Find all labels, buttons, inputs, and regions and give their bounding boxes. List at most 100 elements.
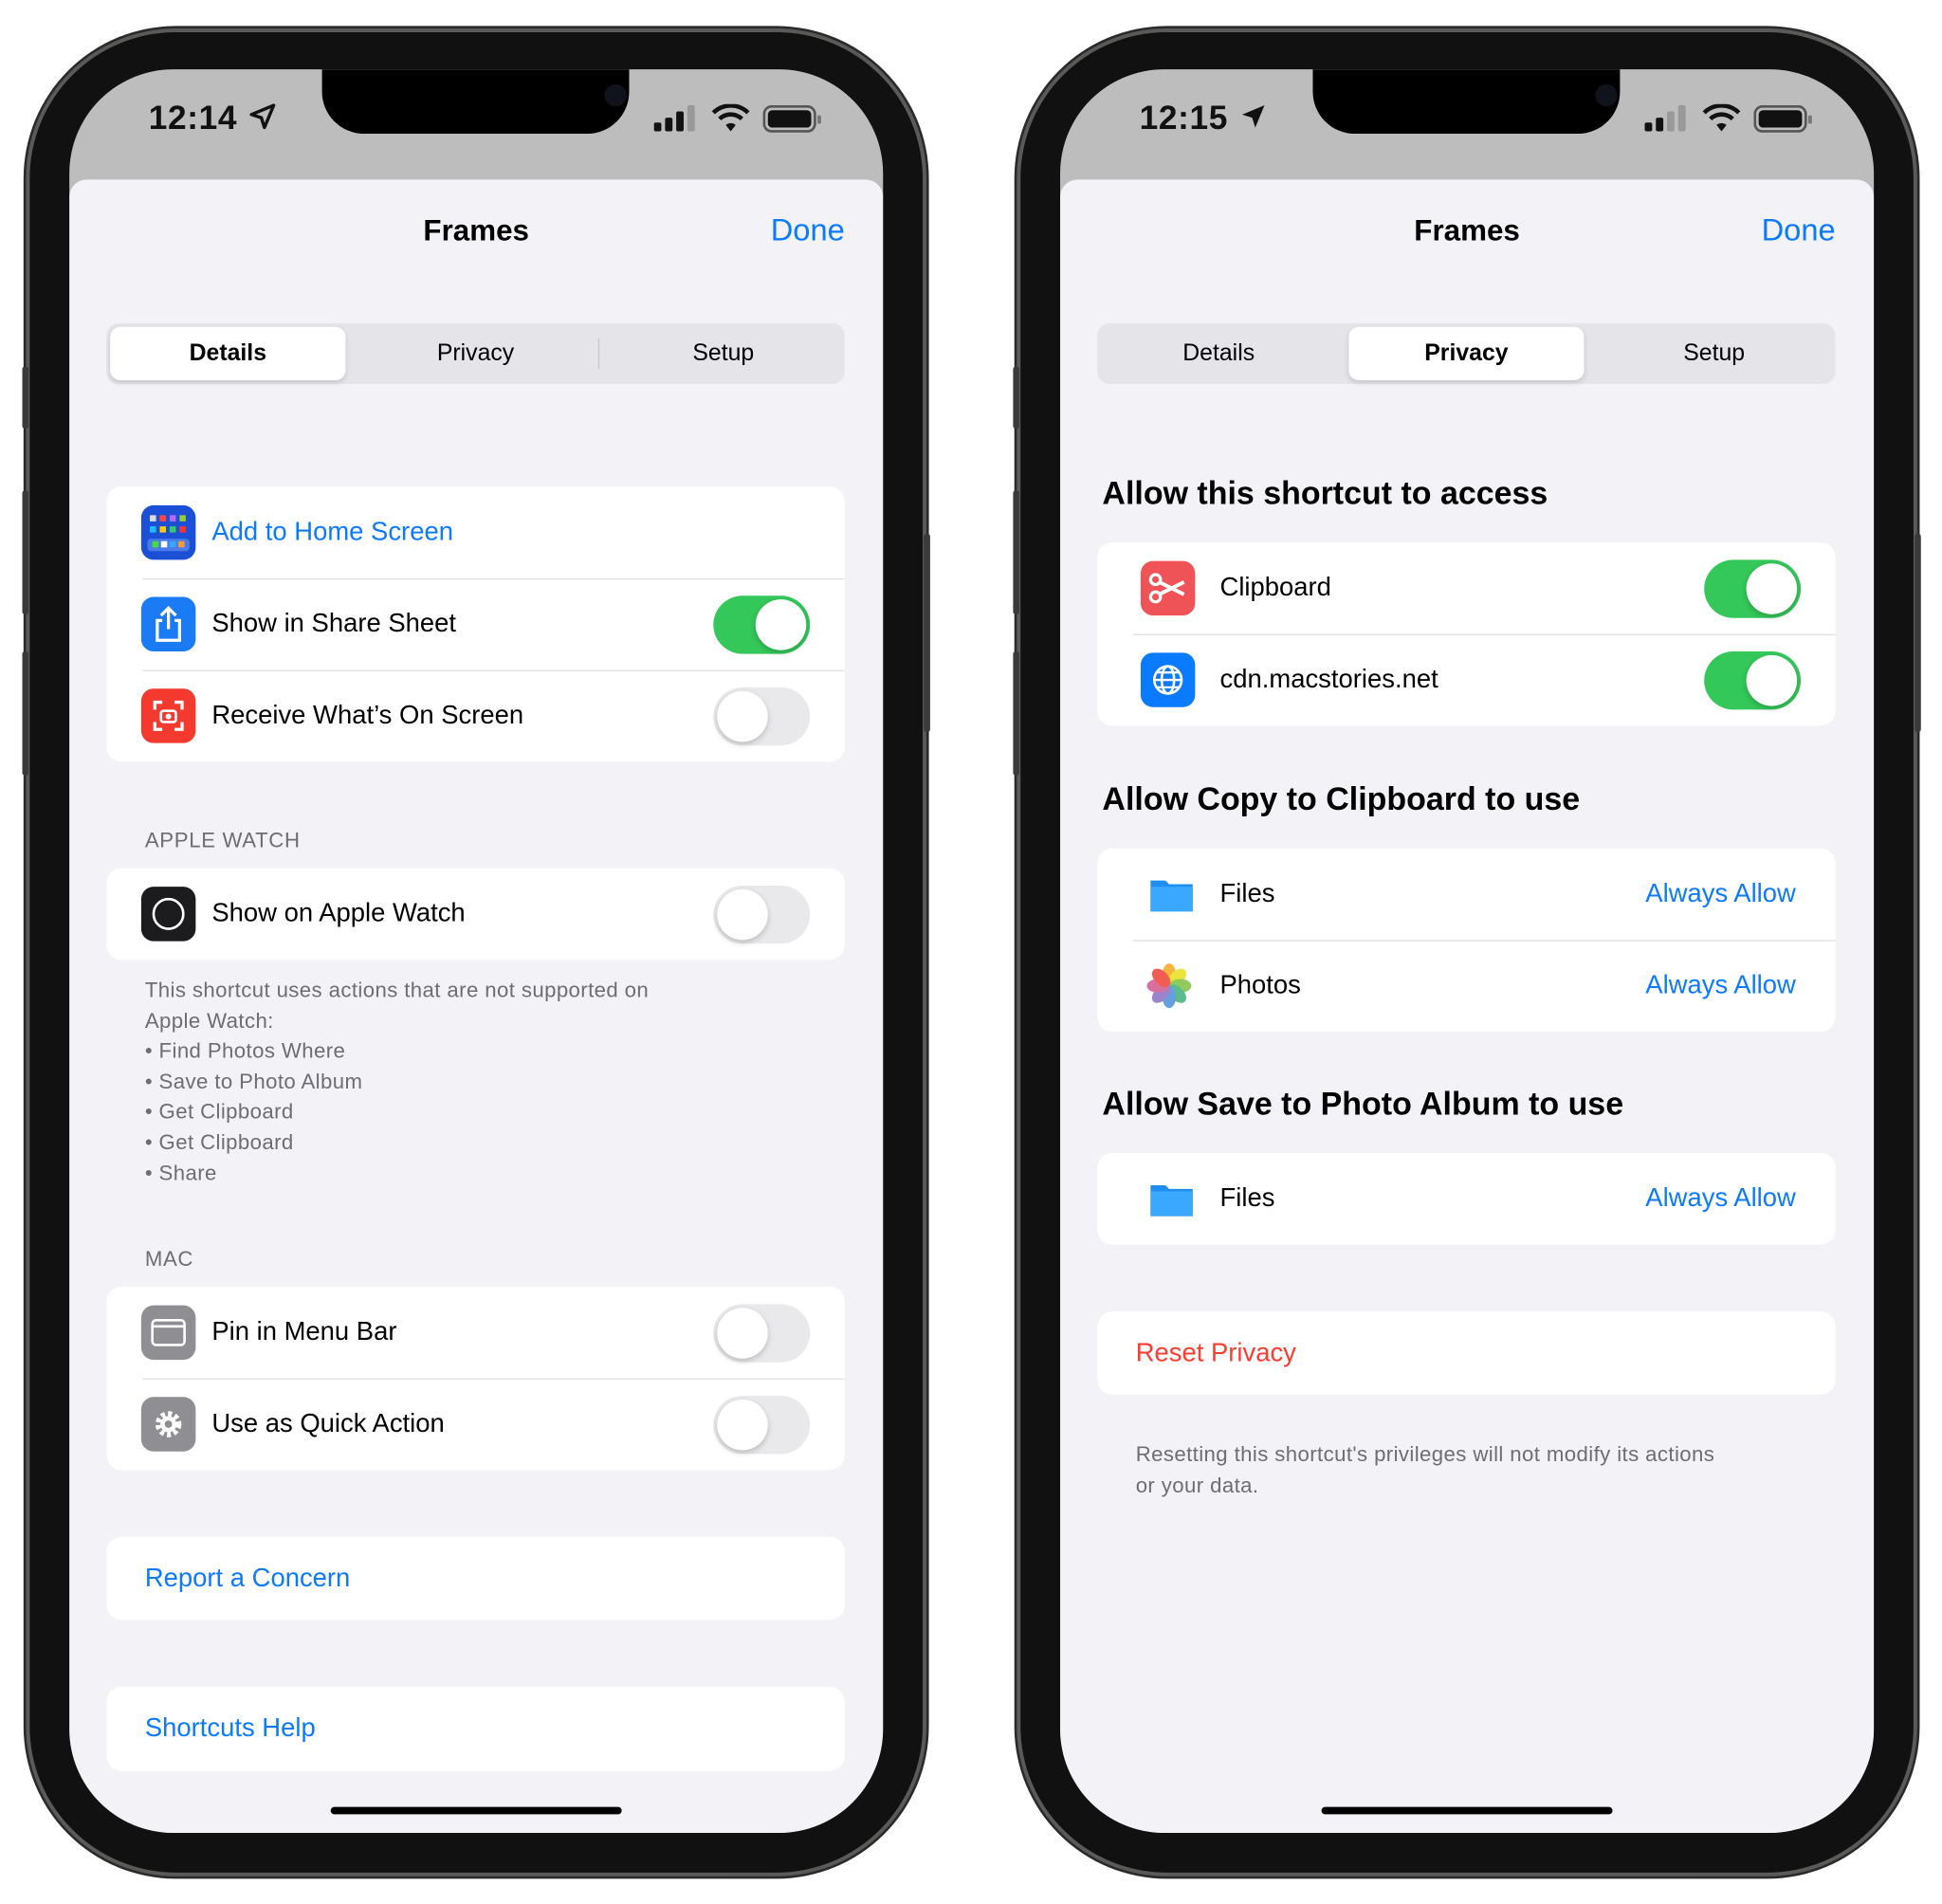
segment-divider [597, 338, 600, 370]
privacy-sheet: Frames Done Details Privacy Setup Allow … [1060, 179, 1875, 1834]
volume-down-button [1013, 651, 1019, 776]
tab-privacy[interactable]: Privacy [357, 327, 593, 380]
done-button[interactable]: Done [1762, 213, 1836, 249]
scissors-icon [1140, 560, 1196, 616]
share-icon [140, 596, 196, 652]
mute-switch [22, 366, 29, 429]
footer-line: Apple Watch: [144, 1008, 274, 1033]
tab-details[interactable]: Details [1101, 327, 1336, 380]
footer-line: This shortcut uses actions that are not … [144, 978, 650, 1002]
cellular-signal-icon [653, 105, 695, 132]
shortcuts-help-group: Shortcuts Help [106, 1686, 845, 1771]
home-indicator[interactable] [1321, 1806, 1613, 1815]
pin-in-menu-bar-label: Pin in Menu Bar [211, 1317, 397, 1346]
footer-line: or your data. [1135, 1473, 1259, 1497]
camera [604, 83, 627, 107]
menu-bar-window-icon [140, 1305, 196, 1361]
toggle-knob [717, 888, 768, 941]
save-heading: Allow Save to Photo Album to use [1102, 1085, 1624, 1123]
unsupported-action: • Get Clipboard [144, 1100, 294, 1125]
apple-watch-toggle[interactable] [713, 885, 811, 944]
volume-up-button [22, 490, 29, 614]
menu-bar-toggle[interactable] [713, 1304, 811, 1363]
files-folder-icon [1145, 1172, 1199, 1226]
home-screen-grid-icon [140, 504, 196, 560]
clipboard-label: Clipboard [1219, 573, 1331, 602]
files-row[interactable]: Files Always Allow [1097, 849, 1835, 941]
files-permission[interactable]: Always Allow [1645, 1153, 1796, 1245]
tab-privacy[interactable]: Privacy [1348, 326, 1585, 380]
reset-privacy-button[interactable]: Reset Privacy [1136, 1311, 1296, 1395]
clipboard-toggle[interactable] [1704, 559, 1802, 618]
unsupported-action: • Find Photos Where [144, 1039, 346, 1063]
wifi-icon [1702, 103, 1741, 132]
files-row[interactable]: Files Always Allow [1097, 1153, 1835, 1245]
report-concern-group: Report a Concern [106, 1536, 845, 1620]
toggle-knob [717, 1399, 768, 1451]
tab-setup[interactable]: Setup [1597, 327, 1832, 380]
notch [1312, 69, 1621, 135]
done-button[interactable]: Done [771, 213, 845, 249]
gear-icon [140, 1397, 196, 1452]
status-time: 12:15 [1140, 99, 1268, 137]
iphone-left: 12:14 Frames Done Details Privacy Setup … [22, 31, 930, 1873]
screen: 12:14 Frames Done Details Privacy Setup … [69, 69, 884, 1834]
mute-switch [1013, 366, 1019, 429]
files-permission[interactable]: Always Allow [1645, 849, 1796, 941]
show-on-apple-watch-label: Show on Apple Watch [211, 899, 466, 928]
volume-up-button [1013, 490, 1019, 614]
receive-whats-on-screen-label: Receive What’s On Screen [211, 701, 524, 730]
cellular-signal-icon [1644, 105, 1686, 132]
pin-in-menu-bar-row: Pin in Menu Bar [106, 1287, 844, 1379]
home-indicator[interactable] [330, 1806, 622, 1815]
toggle-knob [1746, 654, 1798, 706]
files-label: Files [1219, 879, 1275, 908]
tab-details[interactable]: Details [110, 326, 346, 380]
use-as-quick-action-label: Use as Quick Action [211, 1409, 445, 1438]
globe-icon [1140, 652, 1196, 707]
toggle-knob [717, 1308, 768, 1359]
tab-setup[interactable]: Setup [606, 327, 841, 380]
segmented-control: Details Privacy Setup [1097, 322, 1836, 384]
wifi-icon [711, 103, 750, 132]
files-label: Files [1219, 1183, 1275, 1213]
shortcuts-help-link[interactable]: Shortcuts Help [145, 1687, 316, 1770]
receive-screen-toggle[interactable] [713, 687, 811, 746]
add-to-home-screen-row[interactable]: Add to Home Screen [106, 486, 844, 578]
clipboard-row: Clipboard [1097, 542, 1835, 634]
notch [321, 69, 630, 135]
quick-action-toggle[interactable] [713, 1395, 811, 1455]
photos-flower-icon [1142, 959, 1196, 1013]
details-sheet: Frames Done Details Privacy Setup Add to… [69, 179, 884, 1834]
sheet-title: Frames [1414, 213, 1520, 248]
screen-capture-icon [140, 688, 196, 743]
general-group: Add to Home Screen Show in Share Sheet R… [106, 486, 845, 762]
camera [1595, 83, 1618, 107]
report-concern-link[interactable]: Report a Concern [145, 1537, 351, 1620]
access-group: Clipboard cdn.macstories.net [1097, 542, 1836, 726]
apple-watch-footer: This shortcut uses actions that are not … [145, 976, 649, 1189]
show-on-apple-watch-row: Show on Apple Watch [106, 869, 844, 961]
share-sheet-toggle[interactable] [713, 595, 811, 654]
power-button [924, 533, 930, 732]
mac-header: MAC [144, 1247, 194, 1272]
domain-toggle[interactable] [1704, 651, 1802, 710]
domain-row: cdn.macstories.net [1097, 633, 1836, 726]
toggle-knob [755, 599, 807, 650]
files-folder-icon [1145, 867, 1199, 921]
copy-heading: Allow Copy to Clipboard to use [1102, 779, 1581, 818]
location-arrow-icon [248, 103, 275, 130]
receive-whats-on-screen-row: Receive What’s On Screen [106, 669, 845, 762]
sheet-title: Frames [423, 213, 529, 248]
reset-privacy-group: Reset Privacy [1097, 1311, 1836, 1395]
photos-row[interactable]: Photos Always Allow [1097, 940, 1836, 1032]
use-as-quick-action-row: Use as Quick Action [106, 1378, 845, 1471]
toggle-knob [717, 690, 768, 742]
apple-watch-group: Show on Apple Watch [106, 868, 845, 961]
screen: 12:15 Frames Done Details Privacy Setup … [1060, 69, 1875, 1834]
unsupported-action: • Share [144, 1161, 217, 1185]
photos-label: Photos [1219, 970, 1301, 1000]
power-button [1915, 533, 1921, 732]
unsupported-action: • Get Clipboard [144, 1130, 294, 1155]
photos-permission[interactable]: Always Allow [1645, 940, 1796, 1032]
